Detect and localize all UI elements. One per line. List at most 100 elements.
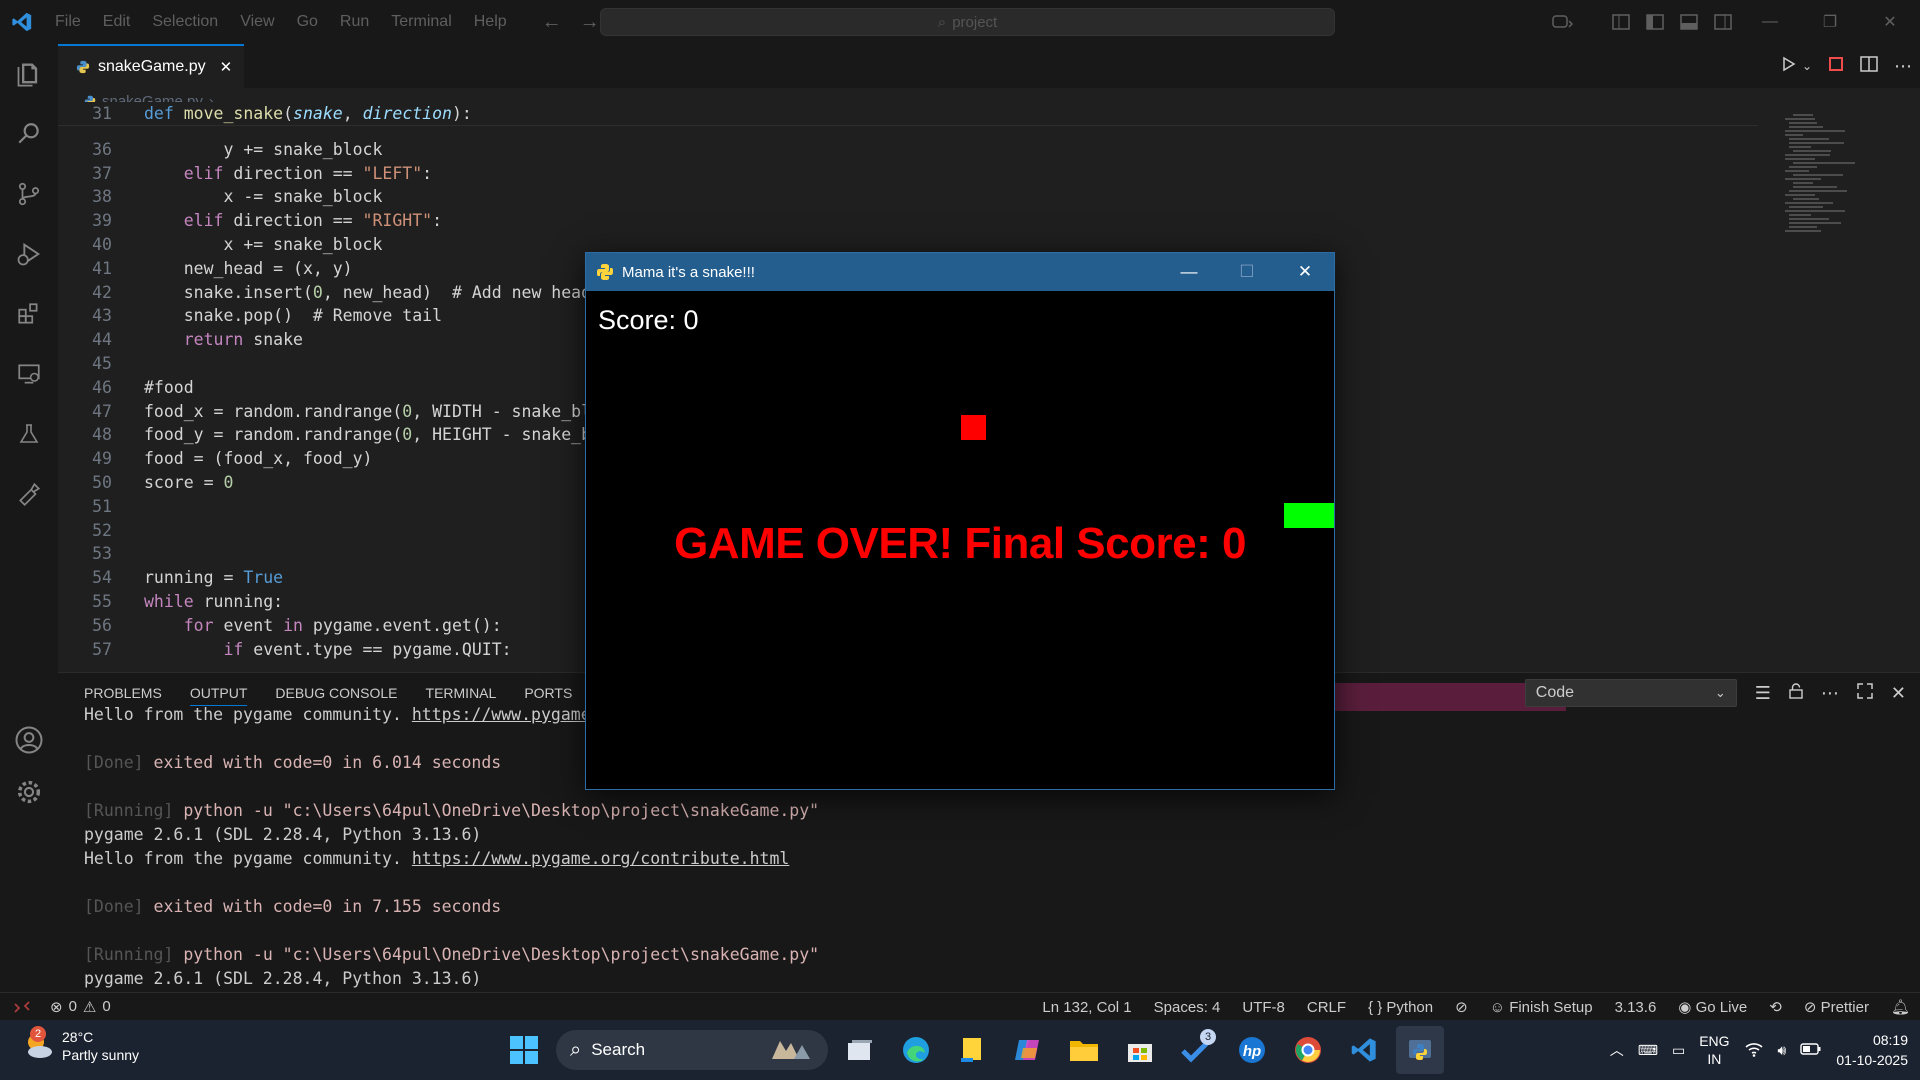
- finish-setup-button[interactable]: ☺ Finish Setup: [1490, 999, 1593, 1016]
- testing-icon[interactable]: [0, 404, 58, 464]
- maximize-panel-icon[interactable]: [1857, 682, 1873, 704]
- python-version[interactable]: 3.13.6: [1615, 999, 1657, 1016]
- code-line[interactable]: 38 x -= snake_block: [58, 185, 1758, 209]
- code-token: ):: [451, 104, 472, 123]
- output-link[interactable]: https://www.pygame.org/contribute.html: [412, 849, 790, 868]
- touchpad-icon[interactable]: ▭: [1672, 1042, 1685, 1059]
- menu-file[interactable]: File: [44, 0, 92, 44]
- end-of-line[interactable]: CRLF: [1307, 999, 1346, 1016]
- explorer-icon[interactable]: [0, 44, 58, 104]
- output-channel-select[interactable]: Code ⌄: [1524, 679, 1737, 707]
- sync-icon[interactable]: ⟲: [1769, 998, 1782, 1016]
- game-canvas[interactable]: Score: 0 GAME OVER! Final Score: 0: [586, 291, 1334, 789]
- close-panel-icon[interactable]: ✕: [1891, 683, 1906, 704]
- problems-indicator[interactable]: ⊗ 0 ⚠ 0: [50, 998, 111, 1016]
- forward-arrow-icon[interactable]: →: [580, 11, 600, 34]
- code-line[interactable]: 36 y += snake_block: [58, 138, 1758, 162]
- run-dropdown-chevron-icon[interactable]: ⌄: [1802, 59, 1812, 73]
- chrome-browser-icon[interactable]: [1284, 1026, 1332, 1074]
- pets-extension-icon[interactable]: [0, 464, 58, 524]
- prettier-button[interactable]: ⊘ Prettier: [1804, 998, 1869, 1016]
- sticky-notes-icon[interactable]: [948, 1026, 996, 1074]
- code-line[interactable]: 31 def move_snake(snake, direction):: [58, 102, 1758, 126]
- minimize-window-icon[interactable]: —: [1740, 13, 1800, 31]
- hp-app-icon[interactable]: hp: [1228, 1026, 1276, 1074]
- accounts-icon[interactable]: [0, 710, 58, 770]
- extensions-icon[interactable]: [0, 284, 58, 344]
- command-center-search[interactable]: ⌕ project: [600, 8, 1335, 36]
- show-hidden-icons-chevron-icon[interactable]: ︿: [1610, 1040, 1624, 1060]
- prettier-check-icon: ⊘: [1803, 999, 1817, 1016]
- back-arrow-icon[interactable]: ←: [542, 11, 562, 34]
- clock[interactable]: 08:19 01-10-2025: [1836, 1030, 1908, 1070]
- more-actions-icon[interactable]: ⋯: [1821, 683, 1839, 704]
- code-token: snake.insert(: [144, 282, 313, 302]
- menu-edit[interactable]: Edit: [92, 0, 142, 44]
- battery-icon[interactable]: [1800, 1042, 1822, 1059]
- file-explorer-icon[interactable]: [1060, 1026, 1108, 1074]
- keyboard-icon[interactable]: ⌨: [1638, 1042, 1658, 1059]
- line-number: 36: [92, 139, 112, 159]
- toggle-secondary-sidebar-icon[interactable]: [1708, 12, 1738, 32]
- notifications-bell-icon[interactable]: 🔔︎: [1891, 998, 1910, 1016]
- maximize-window-icon[interactable]: ❐: [1800, 12, 1860, 32]
- indentation[interactable]: Spaces: 4: [1154, 999, 1221, 1016]
- wifi-icon[interactable]: [1744, 1041, 1764, 1060]
- tab-snakegame[interactable]: snakeGame.py ✕: [58, 44, 245, 88]
- start-button-icon[interactable]: [500, 1026, 548, 1074]
- go-live-button[interactable]: ◉ Go Live: [1678, 998, 1747, 1016]
- stop-code-run-icon[interactable]: [1828, 56, 1844, 77]
- tab-close-icon[interactable]: ✕: [220, 58, 233, 76]
- input-language-1: ENG: [1699, 1033, 1730, 1049]
- vscode-taskbar-icon[interactable]: [1340, 1026, 1388, 1074]
- todo-app-icon[interactable]: 3: [1172, 1026, 1220, 1074]
- taskbar-search[interactable]: ⌕ Search: [556, 1030, 828, 1070]
- settings-gear-icon[interactable]: [0, 762, 58, 822]
- cursor-position[interactable]: Ln 132, Col 1: [1042, 999, 1131, 1016]
- more-actions-icon[interactable]: ⋯: [1894, 56, 1912, 77]
- input-language[interactable]: ENG IN: [1699, 1032, 1729, 1068]
- pygame-window[interactable]: Mama it's a snake!!! — ☐ ✕ Score: 0 GAME…: [585, 252, 1335, 790]
- weather-widget[interactable]: 2 28°C Partly sunny: [22, 1025, 139, 1064]
- menu-help[interactable]: Help: [463, 0, 518, 44]
- code-token: 0: [402, 401, 413, 421]
- task-view-icon[interactable]: [836, 1026, 884, 1074]
- copilot-icon[interactable]: [1548, 12, 1578, 32]
- code-line[interactable]: 39 elif direction == "RIGHT":: [58, 209, 1758, 233]
- microsoft-store-icon[interactable]: [1116, 1026, 1164, 1074]
- clear-output-icon[interactable]: ☰: [1755, 683, 1771, 704]
- menu-view[interactable]: View: [229, 0, 285, 44]
- menu-terminal[interactable]: Terminal: [380, 0, 462, 44]
- close-window-icon[interactable]: ✕: [1860, 12, 1920, 32]
- code-token: snake: [253, 330, 303, 350]
- volume-icon[interactable]: 🔊︎: [1778, 1042, 1787, 1059]
- menu-go[interactable]: Go: [286, 0, 329, 44]
- toggle-panel-icon[interactable]: [1674, 12, 1704, 32]
- pygame-maximize-icon[interactable]: ☐: [1218, 253, 1276, 291]
- menu-run[interactable]: Run: [329, 0, 380, 44]
- copilot-app-icon[interactable]: [1004, 1026, 1052, 1074]
- remote-explorer-icon[interactable]: [0, 344, 58, 404]
- customize-layout-icon[interactable]: [1606, 12, 1636, 32]
- no-linter-icon[interactable]: ⊘: [1455, 998, 1468, 1016]
- split-editor-icon[interactable]: [1860, 55, 1878, 77]
- output-line: pygame 2.6.1 (SDL 2.28.4, Python 3.13.6): [84, 967, 819, 991]
- code-line[interactable]: 37 elif direction == "LEFT":: [58, 162, 1758, 186]
- search-icon[interactable]: [0, 104, 58, 164]
- code-token: snake: [293, 104, 343, 123]
- remote-indicator-icon[interactable]: [0, 993, 44, 1021]
- python-pygame-taskbar-icon[interactable]: [1396, 1026, 1444, 1074]
- toggle-primary-sidebar-icon[interactable]: [1640, 12, 1670, 32]
- source-control-icon[interactable]: [0, 164, 58, 224]
- run-debug-icon[interactable]: [0, 224, 58, 284]
- lock-scroll-icon[interactable]: [1789, 682, 1803, 704]
- pygame-close-icon[interactable]: ✕: [1276, 253, 1334, 291]
- pygame-minimize-icon[interactable]: —: [1160, 253, 1218, 291]
- minimap[interactable]: [1785, 114, 1895, 384]
- run-python-file-icon[interactable]: [1782, 56, 1796, 77]
- edge-browser-icon[interactable]: [892, 1026, 940, 1074]
- menu-selection[interactable]: Selection: [141, 0, 229, 44]
- tab-label: snakeGame.py: [98, 58, 206, 75]
- file-encoding[interactable]: UTF-8: [1242, 999, 1285, 1016]
- language-mode[interactable]: { } Python: [1368, 999, 1433, 1016]
